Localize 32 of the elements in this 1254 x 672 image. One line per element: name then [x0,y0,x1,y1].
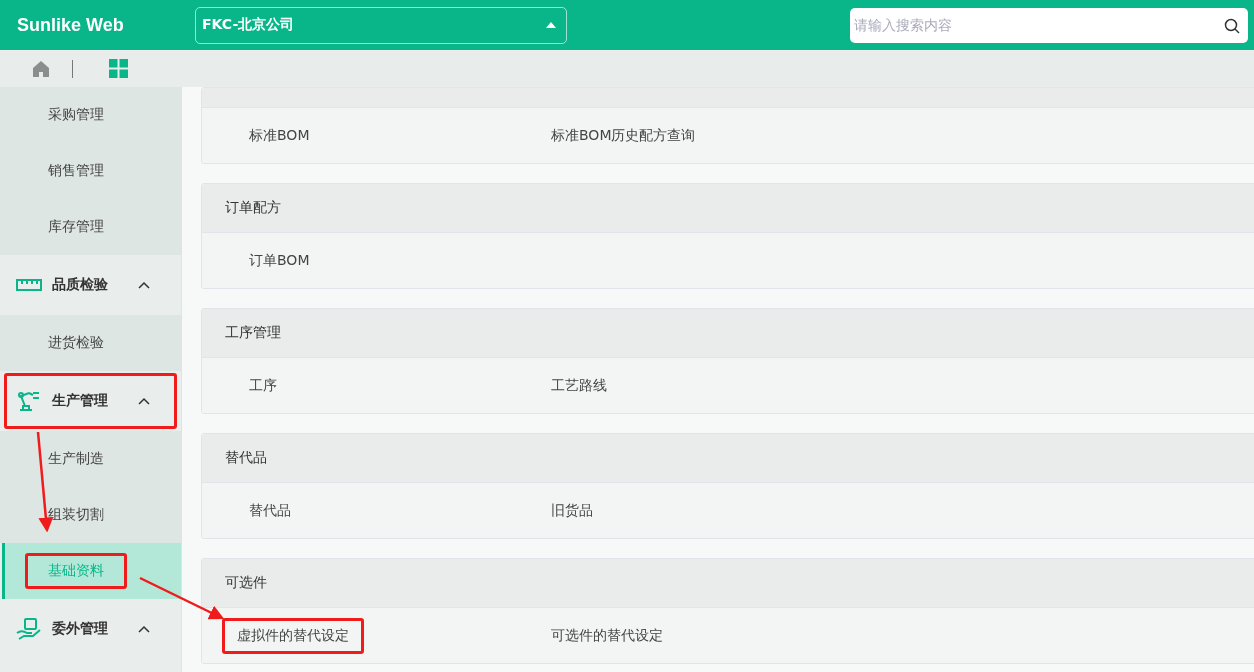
menu-link[interactable]: 工艺路线 [539,370,619,401]
menu-group[interactable]: 品质检验 [4,257,177,313]
menu-link[interactable]: 旧货品 [539,495,605,526]
hand-box-icon [16,618,42,640]
brand-logo: Sunlike Web [17,14,125,36]
menu-link[interactable]: 订单BOM [237,245,322,276]
chevron-icon [138,281,150,289]
menu-link[interactable]: 标准BOM [237,120,322,151]
menu-link[interactable]: 标准BOM历史配方查询 [539,120,708,151]
home-icon[interactable] [32,59,50,78]
menu-link[interactable]: 虚拟件的替代设定 [222,617,364,654]
section-title: 订单配方 [225,199,281,217]
menu-link[interactable]: 替代品 [237,495,303,526]
section-title: 工序管理 [225,324,281,342]
menu-item[interactable]: 采购管理 [0,87,181,143]
section-title: 替代品 [225,449,267,467]
grid-icon[interactable] [109,59,128,78]
chevron-icon [138,625,150,633]
search-field[interactable]: 请输入搜索内容 [850,7,1248,43]
search-icon[interactable] [1224,17,1240,34]
menu-group[interactable]: 生产管理 [4,373,177,429]
menu-item[interactable]: 库存管理 [0,199,181,255]
menu-item[interactable]: 生产制造 [0,431,181,487]
menu-item[interactable]: 进货检验 [0,315,181,371]
menu-link[interactable]: 工序 [237,370,289,401]
chevron-icon [138,397,150,405]
caret-icon [546,22,556,28]
menu-group[interactable]: 委外管理 [4,601,177,657]
menu-link[interactable]: 可选件的替代设定 [539,620,675,651]
robot-arm-icon [16,390,42,412]
section-title: 可选件 [225,574,267,592]
menu-item[interactable]: 销售管理 [0,143,181,199]
